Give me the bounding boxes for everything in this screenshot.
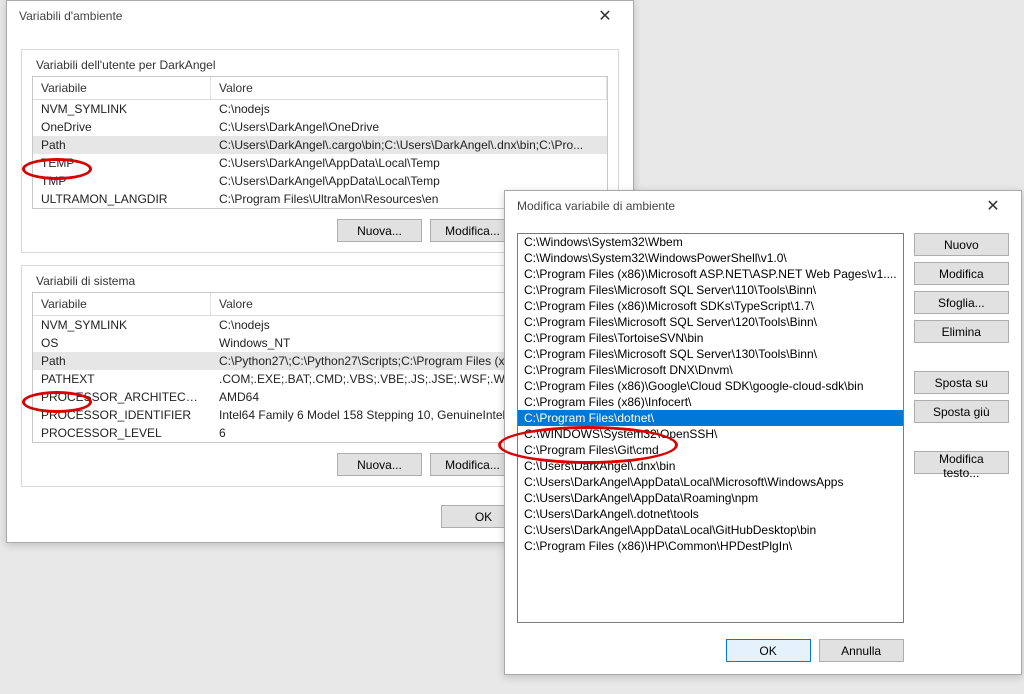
list-item[interactable]: C:\Program Files\dotnet\ [518,410,903,426]
table-row[interactable]: OneDriveC:\Users\DarkAngel\OneDrive [33,118,607,136]
list-item[interactable]: C:\Program Files (x86)\Microsoft SDKs\Ty… [518,298,903,314]
list-item[interactable]: C:\Program Files\Microsoft DNX\Dnvm\ [518,362,903,378]
list-item[interactable]: C:\Program Files\Git\cmd [518,442,903,458]
dialog-buttons: OK Annulla [517,639,904,662]
close-icon[interactable]: ✕ [585,2,625,30]
list-item[interactable]: C:\Users\DarkAngel\AppData\Local\GitHubD… [518,522,903,538]
var-name-cell: NVM_SYMLINK [33,317,211,333]
var-name-cell: TMP [33,173,211,189]
list-item[interactable]: C:\Program Files\Microsoft SQL Server\11… [518,282,903,298]
var-name-cell: Path [33,353,211,369]
var-name-cell: OS [33,335,211,351]
var-name-cell: NVM_SYMLINK [33,101,211,117]
sys-group-title: Variabili di sistema [32,274,139,288]
var-value-cell: C:\nodejs [211,101,607,117]
user-group-title: Variabili dell'utente per DarkAngel [32,58,220,72]
titlebar: Modifica variabile di ambiente ✕ [505,191,1021,221]
new-button[interactable]: Nuova... [337,219,422,242]
var-name-cell: PROCESSOR_LEVEL [33,425,211,441]
var-name-cell: Path [33,137,211,153]
table-header: Variabile Valore [33,77,607,100]
new-button[interactable]: Nuova... [337,453,422,476]
window-title: Modifica variabile di ambiente [517,199,675,213]
new-button[interactable]: Nuovo [914,233,1009,256]
edit-path-window: Modifica variabile di ambiente ✕ C:\Wind… [504,190,1022,675]
close-icon[interactable]: ✕ [973,192,1013,220]
list-item[interactable]: C:\Program Files (x86)\Infocert\ [518,394,903,410]
list-item[interactable]: C:\Users\DarkAngel\AppData\Local\Microso… [518,474,903,490]
ok-button[interactable]: OK [726,639,811,662]
var-name-cell: ULTRAMON_LANGDIR [33,191,211,207]
list-item[interactable]: C:\Users\DarkAngel\.dotnet\tools [518,506,903,522]
table-row[interactable]: TEMPC:\Users\DarkAngel\AppData\Local\Tem… [33,154,607,172]
var-name-cell: TEMP [33,155,211,171]
path-listbox[interactable]: C:\Windows\System32\WbemC:\Windows\Syste… [517,233,904,623]
var-name-cell: PATHEXT [33,371,211,387]
move-down-button[interactable]: Sposta giù [914,400,1009,423]
list-item[interactable]: C:\Program Files\TortoiseSVN\bin [518,330,903,346]
list-item[interactable]: C:\Program Files\Microsoft SQL Server\12… [518,314,903,330]
cancel-button[interactable]: Annulla [819,639,904,662]
list-item[interactable]: C:\Users\DarkAngel\AppData\Roaming\npm [518,490,903,506]
table-row[interactable]: PathC:\Users\DarkAngel\.cargo\bin;C:\Use… [33,136,607,154]
window-title: Variabili d'ambiente [19,9,122,23]
var-value-cell: C:\Users\DarkAngel\AppData\Local\Temp [211,173,607,189]
list-item[interactable]: C:\Windows\System32\Wbem [518,234,903,250]
titlebar: Variabili d'ambiente ✕ [7,1,633,31]
list-item[interactable]: C:\Program Files (x86)\Microsoft ASP.NET… [518,266,903,282]
list-item[interactable]: C:\Program Files (x86)\Google\Cloud SDK\… [518,378,903,394]
path-actions-column: Nuovo Modifica Sfoglia... Elimina Sposta… [914,233,1009,662]
delete-button[interactable]: Elimina [914,320,1009,343]
table-row[interactable]: NVM_SYMLINKC:\nodejs [33,100,607,118]
edit-text-button[interactable]: Modifica testo... [914,451,1009,474]
col-variable: Variabile [33,77,211,99]
var-name-cell: PROCESSOR_IDENTIFIER [33,407,211,423]
var-value-cell: C:\Users\DarkAngel\OneDrive [211,119,607,135]
table-row[interactable]: TMPC:\Users\DarkAngel\AppData\Local\Temp [33,172,607,190]
path-list-column: C:\Windows\System32\WbemC:\Windows\Syste… [517,233,904,662]
var-value-cell: C:\Users\DarkAngel\.cargo\bin;C:\Users\D… [211,137,607,153]
edit-button[interactable]: Modifica [914,262,1009,285]
list-item[interactable]: C:\Users\DarkAngel\.dnx\bin [518,458,903,474]
list-item[interactable]: C:\WINDOWS\System32\OpenSSH\ [518,426,903,442]
move-up-button[interactable]: Sposta su [914,371,1009,394]
action-buttons: Nuovo Modifica Sfoglia... Elimina Sposta… [914,233,1009,480]
col-value: Valore [211,77,607,99]
window-body: C:\Windows\System32\WbemC:\Windows\Syste… [505,221,1021,674]
var-value-cell: C:\Users\DarkAngel\AppData\Local\Temp [211,155,607,171]
var-name-cell: OneDrive [33,119,211,135]
browse-button[interactable]: Sfoglia... [914,291,1009,314]
edit-button[interactable]: Modifica... [430,219,515,242]
list-item[interactable]: C:\Program Files (x86)\HP\Common\HPDestP… [518,538,903,554]
col-variable: Variabile [33,293,211,315]
list-item[interactable]: C:\Program Files\Microsoft SQL Server\13… [518,346,903,362]
list-item[interactable]: C:\Windows\System32\WindowsPowerShell\v1… [518,250,903,266]
var-name-cell: PROCESSOR_ARCHITECTURE [33,389,211,405]
edit-button[interactable]: Modifica... [430,453,515,476]
